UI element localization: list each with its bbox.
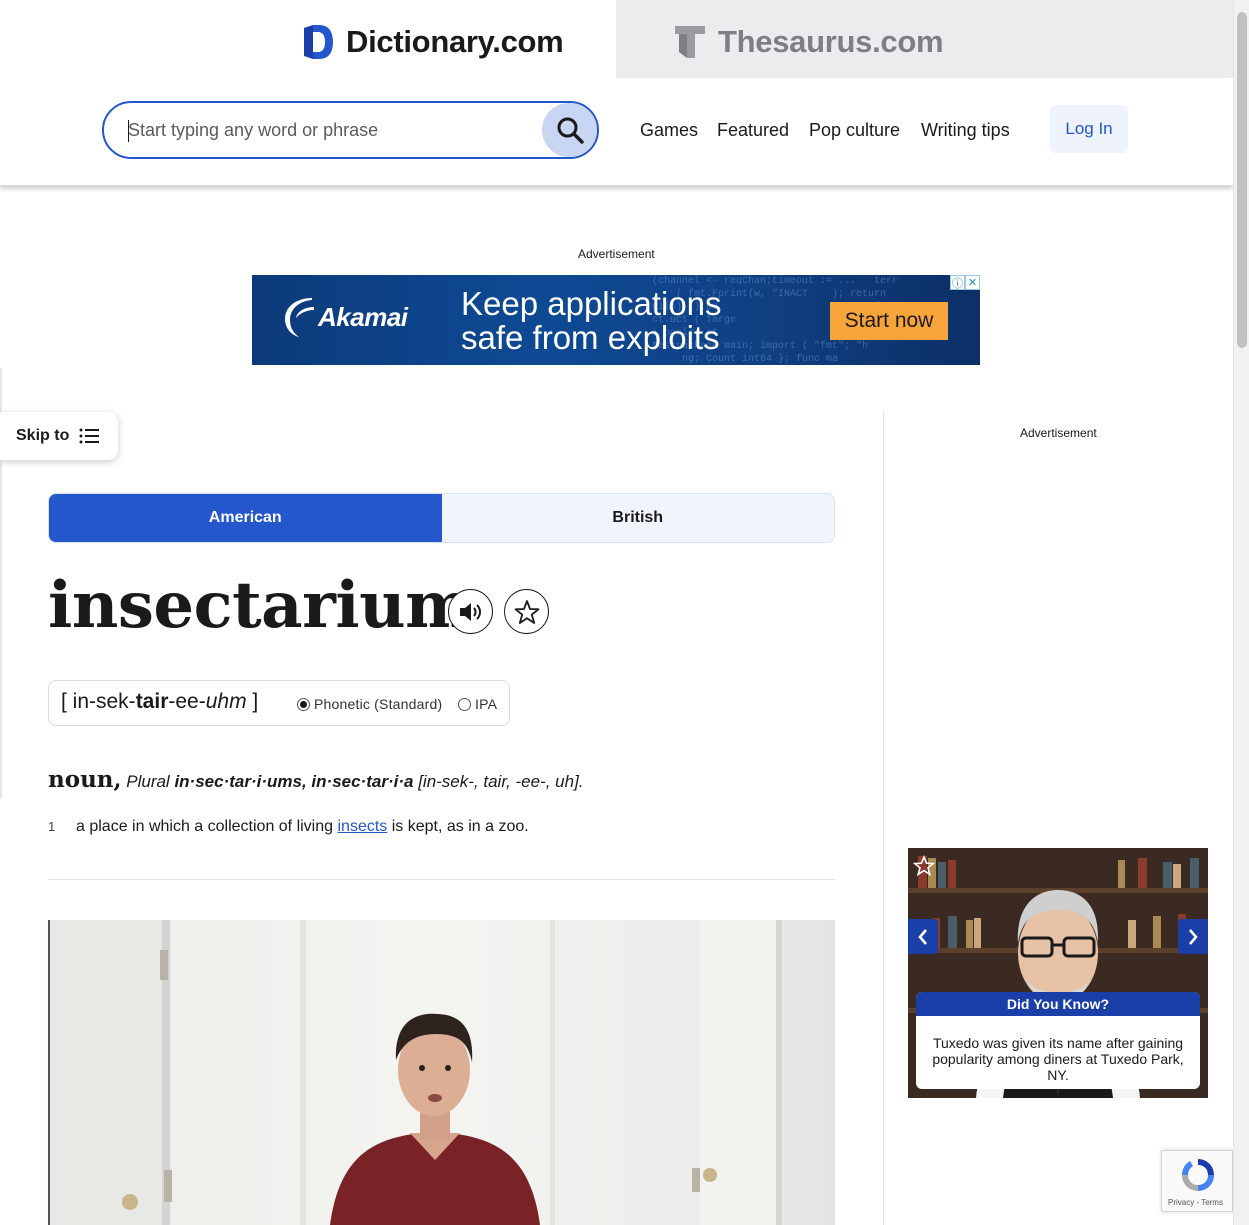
speaker-icon [459, 602, 481, 621]
star-icon [514, 599, 539, 624]
header: Games Featured Pop culture Writing tips … [0, 78, 1233, 186]
skip-to-label: Skip to [16, 427, 70, 444]
chevron-right-icon [1189, 928, 1198, 945]
ad-label-sidebar: Advertisement [1020, 426, 1097, 440]
akamai-wordmark: Akamai [318, 301, 408, 332]
nav-writing-tips[interactable]: Writing tips [921, 120, 1010, 141]
radio-phonetic[interactable]: Phonetic (Standard) [297, 696, 442, 712]
nav-games[interactable]: Games [640, 120, 698, 141]
video-frame-image [50, 920, 782, 1225]
ad-label-top: Advertisement [578, 247, 655, 261]
did-you-know-card: Did You Know? Tuxedo was given its name … [916, 992, 1200, 1089]
recaptcha-badge[interactable]: Privacy - Terms [1161, 1150, 1233, 1212]
banner-cta-button[interactable]: Start now [830, 302, 948, 340]
dictionary-tab[interactable]: Dictionary.com [302, 24, 564, 60]
carousel-prev-button[interactable] [908, 919, 938, 954]
skip-to-button[interactable]: Skip to [0, 412, 118, 460]
section-divider [48, 879, 835, 880]
search-box [102, 101, 599, 159]
did-you-know-widget[interactable]: Did You Know? Tuxedo was given its name … [908, 848, 1208, 1098]
dialect-british[interactable]: British [441, 494, 834, 542]
banner-headline-line-2: safe from exploits [461, 319, 720, 356]
radio-ipa-label: IPA [475, 696, 498, 712]
pronunciation: [ in-sek-tair-ee-uhm ] [61, 690, 258, 714]
pronunciation-box: [ in-sek-tair-ee-uhm ] Phonetic (Standar… [48, 680, 510, 726]
nav-featured[interactable]: Featured [717, 120, 789, 141]
akamai-logo: Akamai [282, 295, 408, 339]
definition-link-insects[interactable]: insects [337, 818, 387, 835]
pron-stressed-syllable: tair [135, 690, 169, 713]
recaptcha-links[interactable]: Privacy - Terms [1168, 1198, 1223, 1207]
definition-text: a place in which a collection of living [76, 818, 338, 835]
plural-forms: in·sec·tar·i·ums, in·sec·tar·i·a [174, 772, 414, 791]
pron-part: [ in-sek- [61, 690, 136, 713]
banner-ad[interactable]: (channel <- reqChan;timeout := ... terr … [252, 275, 980, 365]
plural-pronunciation: [in-sek-, tair, -ee-, uh]. [418, 772, 584, 791]
did-you-know-text: Tuxedo was given its name after gaining … [932, 1035, 1184, 1083]
thesaurus-tab[interactable]: Thesaurus.com [616, 0, 1233, 78]
radio-ipa[interactable]: IPA [458, 696, 497, 712]
carousel-next-button[interactable] [1178, 919, 1208, 954]
dictionary-wordmark: Dictionary.com [346, 24, 564, 59]
did-you-know-title: Did You Know? [916, 992, 1200, 1016]
part-of-speech: noun, [48, 766, 122, 793]
radio-selected-icon[interactable] [297, 697, 310, 711]
thesaurus-logo-icon [675, 26, 705, 58]
site-tabs: Dictionary.com Thesaurus.com [0, 0, 1233, 78]
text-caret [128, 120, 129, 142]
banner-headline-line-1: Keep applications [461, 285, 722, 322]
radio-phonetic-label: Phonetic (Standard) [314, 696, 443, 712]
pron-part: -ee- [168, 690, 206, 713]
headword: insectarium [48, 568, 473, 643]
chevron-left-icon [918, 928, 927, 945]
sidebar-divider [883, 412, 884, 1225]
dictionary-logo-icon [304, 25, 333, 59]
pron-italic-syllable: uhm [205, 690, 247, 713]
banner-headline: Keep applications safe from exploits [461, 287, 722, 355]
search-icon [557, 117, 584, 144]
thesaurus-logo[interactable]: Thesaurus.com [674, 24, 944, 60]
sparkle-star-icon[interactable] [913, 855, 935, 877]
favorite-button[interactable] [504, 589, 549, 634]
scrollbar-thumb[interactable] [1237, 12, 1247, 348]
nav-pop-culture[interactable]: Pop culture [809, 120, 900, 141]
search-input[interactable] [128, 115, 528, 145]
login-button[interactable]: Log In [1050, 105, 1128, 153]
recaptcha-icon [1182, 1159, 1214, 1191]
sense-definition: a place in which a collection of living … [76, 818, 529, 836]
page-scrollbar[interactable] [1233, 0, 1249, 1225]
thesaurus-wordmark: Thesaurus.com [718, 24, 944, 59]
radio-unselected-icon[interactable] [458, 697, 471, 711]
video-player[interactable] [48, 920, 835, 1225]
dialect-toggle: American British [48, 493, 835, 543]
adchoices[interactable]: ⓘ ✕ [950, 275, 980, 290]
audio-button[interactable] [448, 589, 493, 634]
plural-label: Plural [126, 772, 170, 791]
sense-number: 1 [48, 819, 56, 834]
akamai-swoosh-icon [285, 298, 314, 337]
adchoices-info-icon[interactable]: ⓘ [950, 275, 965, 290]
pron-part: ] [246, 690, 259, 713]
ad-close-icon[interactable]: ✕ [965, 275, 980, 290]
part-of-speech-line: noun, Plural in·sec·tar·i·ums, in·sec·ta… [48, 766, 584, 793]
dialect-american[interactable]: American [49, 494, 442, 542]
search-button[interactable] [542, 103, 597, 157]
definition-text: is kept, as in a zoo. [387, 818, 529, 835]
list-icon [79, 428, 100, 444]
